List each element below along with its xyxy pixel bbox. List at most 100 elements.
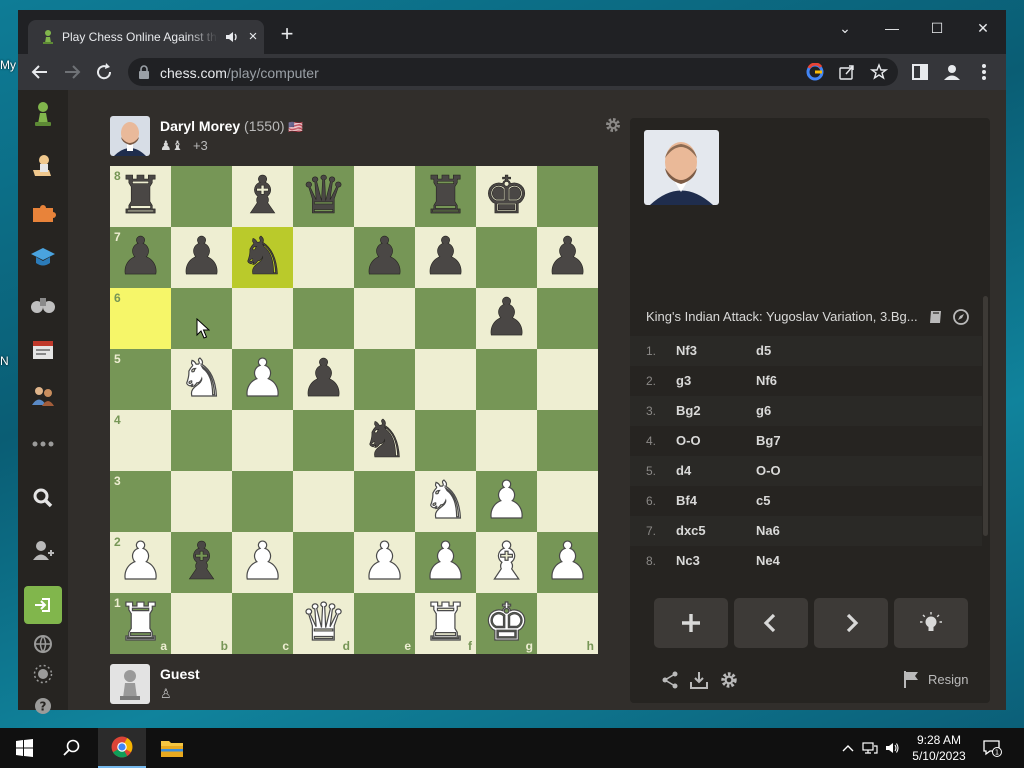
- black-pawn-piece[interactable]: ♟: [293, 349, 354, 410]
- square-g5[interactable]: [476, 349, 537, 410]
- square-a4[interactable]: 4: [110, 410, 171, 471]
- audio-playing-icon[interactable]: [224, 29, 240, 45]
- square-f2[interactable]: ♟: [415, 532, 476, 593]
- black-bishop-piece[interactable]: ♝: [171, 532, 232, 593]
- white-knight-piece[interactable]: ♞: [171, 349, 232, 410]
- square-f1[interactable]: f ♜: [415, 593, 476, 654]
- white-move[interactable]: Bg2: [676, 403, 701, 418]
- white-rook-piece[interactable]: ♜: [110, 593, 171, 654]
- black-move[interactable]: Nf6: [756, 373, 777, 388]
- white-move[interactable]: dxc5: [676, 523, 706, 538]
- help-question-icon[interactable]: ?: [29, 692, 57, 720]
- board-settings-gear-icon[interactable]: [604, 116, 622, 134]
- notifications-button[interactable]: 1: [982, 739, 1002, 757]
- square-d3[interactable]: [293, 471, 354, 532]
- square-h7[interactable]: ♟: [537, 227, 598, 288]
- square-b5[interactable]: ♞: [171, 349, 232, 410]
- white-pawn-piece[interactable]: ♟: [232, 532, 293, 593]
- square-a5[interactable]: 5: [110, 349, 171, 410]
- black-pawn-piece[interactable]: ♟: [354, 227, 415, 288]
- taskbar-clock[interactable]: 9:28 AM 5/10/2023: [908, 732, 970, 764]
- square-d5[interactable]: ♟: [293, 349, 354, 410]
- square-c2[interactable]: ♟: [232, 532, 293, 593]
- square-e8[interactable]: [354, 166, 415, 227]
- explorer-compass-icon[interactable]: [952, 308, 970, 326]
- black-rook-piece[interactable]: ♜: [110, 166, 171, 227]
- settings-gear-icon[interactable]: [719, 670, 739, 690]
- maximize-button[interactable]: ☐: [925, 16, 949, 40]
- chrome-taskbar-icon[interactable]: [98, 728, 146, 768]
- square-g3[interactable]: ♟: [476, 471, 537, 532]
- square-f8[interactable]: ♜: [415, 166, 476, 227]
- black-knight-piece[interactable]: ♞: [354, 410, 415, 471]
- black-pawn-piece[interactable]: ♟: [415, 227, 476, 288]
- black-move[interactable]: d5: [756, 343, 771, 358]
- square-g2[interactable]: ♝: [476, 532, 537, 593]
- sign-in-button[interactable]: [24, 586, 62, 624]
- profile-avatar-icon[interactable]: [940, 60, 964, 84]
- social-people-icon[interactable]: [29, 382, 57, 410]
- search-icon[interactable]: [29, 484, 57, 512]
- add-friend-icon[interactable]: [29, 536, 57, 564]
- white-queen-piece[interactable]: ♛: [293, 593, 354, 654]
- share-nodes-icon[interactable]: [660, 670, 680, 690]
- square-e7[interactable]: ♟: [354, 227, 415, 288]
- square-c8[interactable]: ♝: [232, 166, 293, 227]
- square-a3[interactable]: 3: [110, 471, 171, 532]
- square-a8[interactable]: 8 ♜: [110, 166, 171, 227]
- black-move[interactable]: g6: [756, 403, 771, 418]
- white-move[interactable]: Nf3: [676, 343, 697, 358]
- white-pawn-piece[interactable]: ♟: [537, 532, 598, 593]
- black-pawn-piece[interactable]: ♟: [110, 227, 171, 288]
- desktop-icon-label[interactable]: My: [0, 58, 16, 72]
- white-move[interactable]: Nc3: [676, 553, 700, 568]
- square-c7[interactable]: ♞: [232, 227, 293, 288]
- move-list[interactable]: 1. Nf3 d5 2. g3 Nf6 3. Bg2 g6 4. O-O Bg7 5. d4 O-O 6. Bf…: [630, 336, 982, 576]
- volume-icon[interactable]: [884, 740, 900, 756]
- black-move[interactable]: Na6: [756, 523, 780, 538]
- download-icon[interactable]: [689, 670, 709, 690]
- square-h2[interactable]: ♟: [537, 532, 598, 593]
- bookmark-star-icon[interactable]: [870, 63, 888, 81]
- square-g7[interactable]: [476, 227, 537, 288]
- hint-button[interactable]: [894, 598, 968, 648]
- language-globe-icon[interactable]: [29, 630, 57, 658]
- white-bishop-piece[interactable]: ♝: [476, 532, 537, 593]
- square-e3[interactable]: [354, 471, 415, 532]
- previous-move-button[interactable]: [734, 598, 808, 648]
- white-rook-piece[interactable]: ♜: [415, 593, 476, 654]
- square-h1[interactable]: h: [537, 593, 598, 654]
- white-pawn-piece[interactable]: ♟: [110, 532, 171, 593]
- move-list-scrollbar[interactable]: [983, 296, 988, 536]
- close-window-button[interactable]: ✕: [971, 16, 995, 40]
- square-b2[interactable]: ♝: [171, 532, 232, 593]
- search-taskbar-icon[interactable]: [48, 728, 96, 768]
- square-a6[interactable]: 6: [110, 288, 171, 349]
- windows-start-icon[interactable]: [0, 728, 48, 768]
- square-h8[interactable]: [537, 166, 598, 227]
- opening-name[interactable]: King's Indian Attack: Yugoslav Variation…: [646, 309, 918, 324]
- square-a7[interactable]: 7 ♟: [110, 227, 171, 288]
- lock-icon[interactable]: [138, 65, 150, 79]
- square-f5[interactable]: [415, 349, 476, 410]
- square-c6[interactable]: [232, 288, 293, 349]
- black-move[interactable]: Ne4: [756, 553, 780, 568]
- square-a2[interactable]: 2 ♟: [110, 532, 171, 593]
- square-c1[interactable]: c: [232, 593, 293, 654]
- white-move[interactable]: O-O: [676, 433, 701, 448]
- guest-avatar[interactable]: [110, 664, 150, 704]
- square-d7[interactable]: [293, 227, 354, 288]
- square-g8[interactable]: ♚: [476, 166, 537, 227]
- forward-arrow-icon[interactable]: [60, 60, 84, 84]
- chess-board[interactable]: 8 ♜ ♝ ♛ ♜ ♚ 7 ♟ ♟ ♞ ♟ ♟ ♟ 6 ♟ 5 ♞ ♟ ♟ 4 ♞ 3 ♞ ♟ 2 ♟ ♝ ♟ ♟ ♟ ♝ ♟ 1 a ♜ b c d ♛ e…: [110, 166, 598, 654]
- file-explorer-taskbar-icon[interactable]: [148, 728, 196, 768]
- opening-book-icon[interactable]: [928, 309, 944, 325]
- black-king-piece[interactable]: ♚: [476, 166, 537, 227]
- square-e1[interactable]: e: [354, 593, 415, 654]
- square-b3[interactable]: [171, 471, 232, 532]
- square-h3[interactable]: [537, 471, 598, 532]
- new-tab-button[interactable]: +: [276, 23, 298, 46]
- chess-logo-pawn-icon[interactable]: [29, 100, 57, 128]
- square-h6[interactable]: [537, 288, 598, 349]
- black-move[interactable]: c5: [756, 493, 770, 508]
